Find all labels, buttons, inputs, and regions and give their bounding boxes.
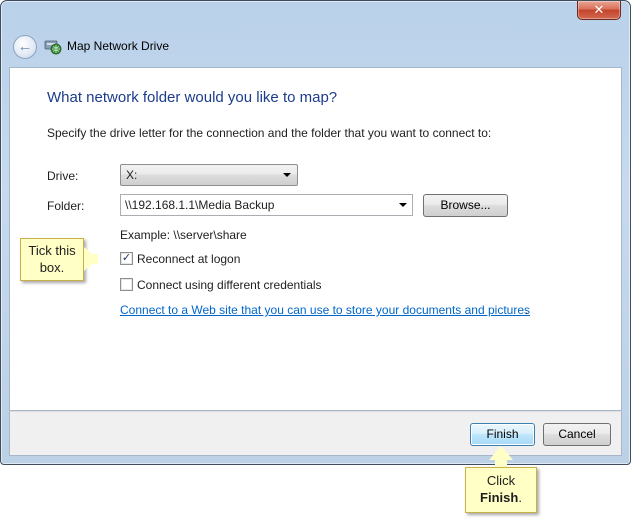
click-callout-line2: Finish. bbox=[466, 489, 536, 506]
close-button[interactable]: ✕ bbox=[577, 1, 621, 20]
browse-button[interactable]: Browse... bbox=[423, 194, 508, 217]
tick-callout-line1: Tick this bbox=[28, 243, 76, 258]
folder-value: \\192.168.1.1\Media Backup bbox=[125, 198, 275, 212]
window-title: Map Network Drive bbox=[67, 39, 170, 53]
back-button[interactable]: ← bbox=[13, 35, 37, 59]
credentials-label[interactable]: Connect using different credentials bbox=[137, 278, 322, 292]
click-callout-finish: Finish bbox=[480, 490, 519, 505]
click-callout-period: . bbox=[518, 490, 522, 505]
content-panel bbox=[9, 67, 622, 411]
click-callout-line1: Click bbox=[486, 473, 516, 488]
web-site-link[interactable]: Connect to a Web site that you can use t… bbox=[120, 303, 530, 317]
click-callout: Click Finish. bbox=[465, 467, 537, 513]
reconnect-label[interactable]: Reconnect at logon bbox=[137, 252, 240, 266]
instruction-text: Specify the drive letter for the connect… bbox=[47, 126, 492, 140]
checkmark-icon: ✓ bbox=[121, 252, 132, 264]
tick-callout-arrow-stem bbox=[84, 254, 98, 264]
finish-button[interactable]: Finish bbox=[470, 423, 535, 446]
credentials-checkbox[interactable] bbox=[120, 278, 133, 291]
page-heading: What network folder would you like to ma… bbox=[47, 89, 338, 106]
network-drive-icon bbox=[44, 40, 62, 55]
tick-callout-line2: box. bbox=[39, 260, 65, 275]
cancel-button[interactable]: Cancel bbox=[543, 423, 611, 446]
folder-input[interactable]: \\192.168.1.1\Media Backup bbox=[120, 194, 413, 216]
drive-value: X: bbox=[126, 168, 138, 182]
back-arrow-icon: ← bbox=[17, 38, 33, 55]
chevron-down-icon[interactable] bbox=[399, 203, 407, 207]
chevron-down-icon bbox=[283, 173, 291, 177]
drive-dropdown[interactable]: X: bbox=[120, 164, 298, 186]
reconnect-checkbox[interactable]: ✓ bbox=[120, 252, 133, 265]
folder-label: Folder: bbox=[47, 199, 85, 213]
tick-callout: Tick this box. bbox=[20, 238, 84, 281]
example-text: Example: \\server\share bbox=[120, 228, 247, 242]
link-period: . bbox=[525, 303, 529, 317]
drive-label: Drive: bbox=[47, 169, 79, 183]
